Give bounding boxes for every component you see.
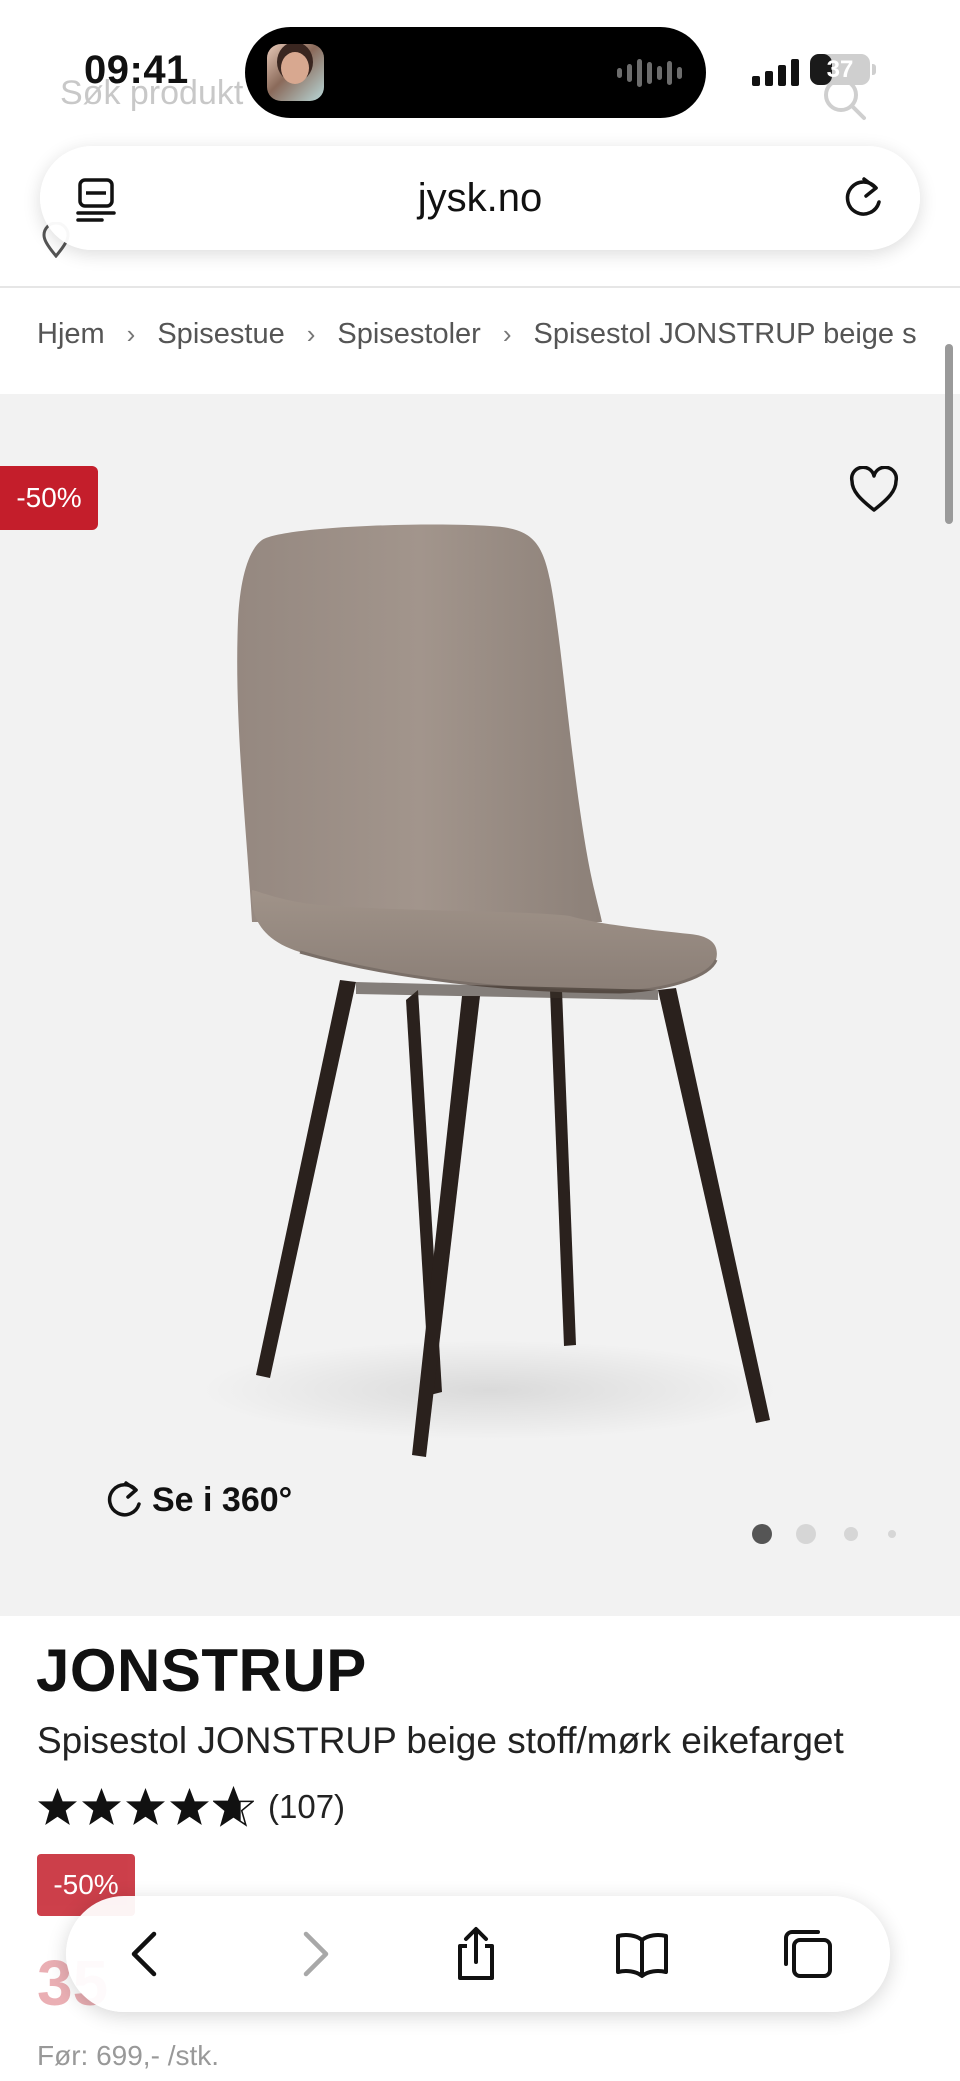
site-search-input[interactable]: Søk produkt	[60, 74, 243, 113]
share-icon[interactable]	[448, 1926, 504, 1982]
address-bar[interactable]: jysk.no	[40, 146, 920, 250]
breadcrumb: Hjem › Spisestue › Spisestoler › Spisest…	[37, 318, 925, 351]
bookmarks-icon[interactable]	[614, 1926, 670, 1982]
browser-toolbar	[66, 1896, 890, 2012]
star-icon	[38, 1788, 77, 1825]
discount-badge: -50%	[0, 466, 98, 530]
breadcrumb-item-hjem[interactable]: Hjem	[37, 318, 105, 351]
half-star-icon	[213, 1786, 254, 1827]
star-icon	[126, 1788, 165, 1825]
review-count[interactable]: (107)	[268, 1788, 345, 1826]
breadcrumb-item-spisestoler[interactable]: Spisestoler	[337, 318, 480, 351]
battery-cap	[872, 64, 876, 75]
chevron-right-icon: ›	[502, 319, 512, 349]
page-scrollbar[interactable]	[945, 344, 953, 524]
breadcrumb-item-spisestue[interactable]: Spisestue	[157, 318, 284, 351]
product-brand: JONSTRUP	[36, 1637, 367, 1704]
forward-icon[interactable]	[286, 1926, 342, 1982]
chevron-right-icon: ›	[306, 319, 316, 349]
back-icon[interactable]	[118, 1926, 174, 1982]
product-image-chair	[200, 524, 780, 1457]
rotate-icon	[107, 1481, 141, 1517]
heart-icon[interactable]	[848, 466, 900, 514]
star-icon	[170, 1788, 209, 1825]
search-icon[interactable]	[820, 74, 868, 122]
view-360-button[interactable]: Se i 360°	[104, 1480, 292, 1520]
star-icon	[82, 1788, 121, 1825]
gallery-dot[interactable]	[888, 1530, 896, 1538]
tabs-icon[interactable]	[780, 1926, 836, 1982]
cellular-signal-icon	[752, 56, 799, 86]
now-playing-avatar	[267, 44, 324, 101]
product-name: Spisestol JONSTRUP beige stoff/mørk eike…	[37, 1720, 844, 1761]
rating-stars	[37, 1786, 254, 1827]
reload-icon[interactable]	[840, 174, 886, 222]
product-rating[interactable]: (107)	[37, 1786, 345, 1827]
breadcrumb-item-current: Spisestol JONSTRUP beige s	[533, 318, 917, 350]
gallery-dot[interactable]	[752, 1524, 772, 1544]
status-bar: 09:41 37	[0, 0, 960, 140]
audio-waveform-icon	[617, 57, 682, 89]
gallery-dot[interactable]	[844, 1527, 858, 1541]
chevron-right-icon: ›	[126, 319, 136, 349]
url-domain[interactable]: jysk.no	[40, 176, 920, 221]
dynamic-island[interactable]	[245, 27, 706, 118]
gallery-dot[interactable]	[796, 1524, 816, 1544]
header-divider	[0, 286, 960, 288]
view-360-label[interactable]: Se i 360°	[152, 1481, 292, 1520]
before-price: Før: 699,- /stk.	[37, 2040, 220, 2071]
gallery-pagination[interactable]	[752, 1524, 896, 1544]
